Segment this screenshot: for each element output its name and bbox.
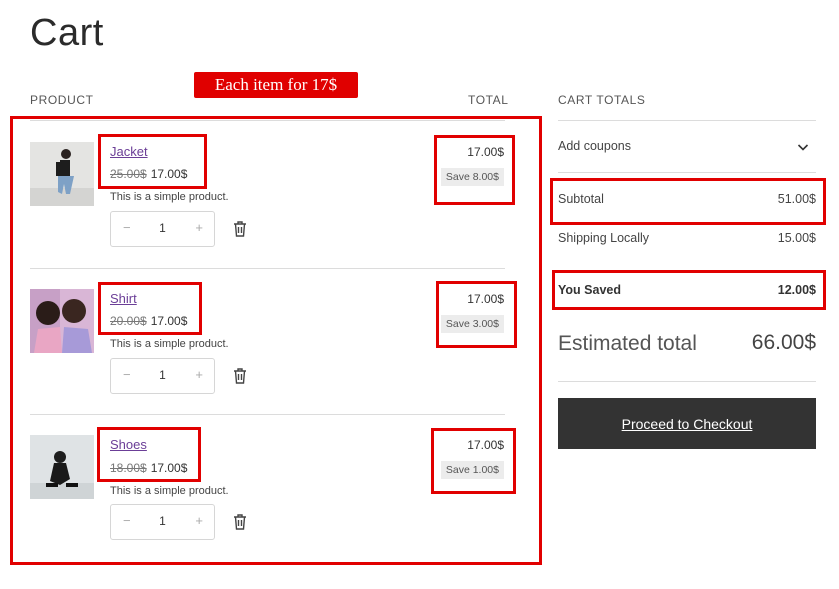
original-price: 18.00$ (110, 461, 147, 475)
estimated-total-label: Estimated total (558, 332, 697, 355)
add-coupons-toggle[interactable]: Add coupons (558, 139, 631, 153)
sale-price: 17.00$ (150, 167, 188, 181)
product-image-shirt[interactable] (30, 289, 94, 353)
subtotal-label: Subtotal (558, 192, 604, 206)
line-total: 17.00$ (467, 292, 504, 306)
divider (558, 120, 816, 121)
divider (558, 381, 816, 382)
divider (558, 172, 816, 173)
sale-price: 17.00$ (150, 461, 188, 475)
original-price: 25.00$ (110, 167, 147, 181)
divider (30, 120, 505, 121)
trash-icon[interactable] (232, 367, 248, 385)
divider (30, 268, 505, 269)
cart-totals-header: CART TOTALS (558, 93, 646, 107)
product-image-shoes[interactable] (30, 435, 94, 499)
product-link-shoes[interactable]: Shoes (110, 437, 147, 452)
total-column-header: TOTAL (468, 93, 509, 107)
price-line: 18.00$ 17.00$ (110, 461, 187, 475)
page-title: Cart (30, 12, 104, 54)
save-badge: Save 3.00$ (440, 315, 504, 333)
you-saved-label: You Saved (558, 283, 621, 297)
estimated-total-value: 66.00$ (751, 331, 816, 354)
price-line: 20.00$ 17.00$ (110, 314, 187, 328)
quantity-stepper[interactable]: − 1 + (110, 211, 215, 247)
original-price: 20.00$ (110, 314, 147, 328)
product-description: This is a simple product. (110, 338, 229, 350)
product-link-jacket[interactable]: Jacket (110, 144, 148, 159)
trash-icon[interactable] (232, 220, 248, 238)
quantity-stepper[interactable]: − 1 + (110, 504, 215, 540)
trash-icon[interactable] (232, 513, 248, 531)
shipping-value: 15.00$ (777, 231, 816, 245)
line-total: 17.00$ (467, 438, 504, 452)
you-saved-value: 12.00$ (777, 283, 816, 297)
price-line: 25.00$ 17.00$ (110, 167, 187, 181)
increase-quantity-button[interactable]: + (195, 220, 203, 235)
proceed-to-checkout-button[interactable]: Proceed to Checkout (558, 398, 816, 449)
increase-quantity-button[interactable]: + (195, 367, 203, 382)
divider (30, 414, 505, 415)
save-badge: Save 8.00$ (440, 168, 504, 186)
sale-price: 17.00$ (150, 314, 188, 328)
product-image-jacket[interactable] (30, 142, 94, 206)
quantity-stepper[interactable]: − 1 + (110, 358, 215, 394)
product-description: This is a simple product. (110, 191, 229, 203)
increase-quantity-button[interactable]: + (195, 513, 203, 528)
product-description: This is a simple product. (110, 485, 229, 497)
chevron-down-icon[interactable] (797, 142, 809, 152)
line-total: 17.00$ (467, 145, 504, 159)
shipping-label: Shipping Locally (558, 231, 650, 245)
subtotal-value: 51.00$ (777, 192, 816, 206)
product-link-shirt[interactable]: Shirt (110, 291, 137, 306)
save-badge: Save 1.00$ (440, 461, 504, 479)
product-column-header: PRODUCT (30, 93, 94, 107)
annotation-callout: Each item for 17$ (194, 72, 358, 98)
